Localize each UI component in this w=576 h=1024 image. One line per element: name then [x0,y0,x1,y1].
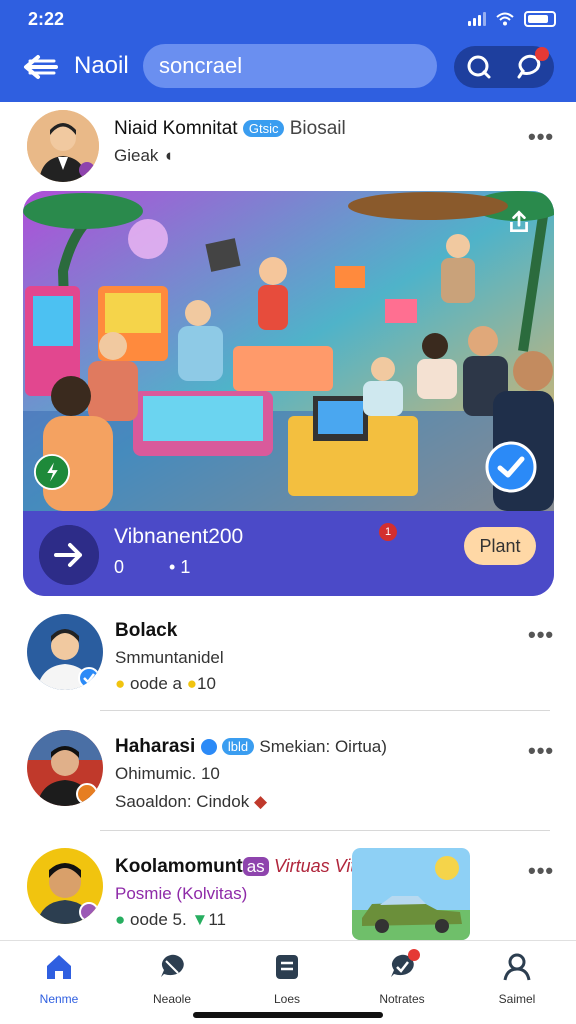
emoji-icon: ▼ [191,910,209,929]
feed-avatar-1[interactable] [27,614,103,690]
author-name-text: Niaid Komnitat [114,118,238,139]
more-options-button[interactable]: ••• [528,622,554,648]
feed-tag-2: lbld [221,738,255,756]
feed-tag-3: as [242,857,269,876]
header: Naoil soncrael [0,44,576,90]
nav-profile[interactable]: Saimel [467,951,567,1006]
notification-badge [408,949,420,961]
nav-messages-label: Neaole [152,992,192,1006]
feed-name-3-text: Koolamomunt [115,856,243,877]
nav-notifications-label: Notrates [379,992,425,1006]
status-time: 2:22 [28,8,65,29]
message-button[interactable] [513,47,549,83]
feed-extra-2: Smekian: Oirtua) [259,737,387,756]
feed-avatar-3[interactable] [27,848,103,924]
divider [100,710,550,711]
person-avatar-icon [27,110,99,182]
wifi-icon [496,12,514,26]
feed-line2-1-text: oode a [130,674,183,693]
more-options-button[interactable]: ••• [528,738,554,764]
featured-game-card[interactable]: Vibnanent200 0 • 1 1 Plant [23,191,554,596]
feed-avatar-2[interactable] [27,730,103,806]
card-footer: Vibnanent200 0 • 1 1 Plant [23,511,554,596]
card-title: Vibnanent200 [114,525,244,548]
nav-notifications[interactable]: Notrates [352,949,452,1006]
post-meta-text: Gieak [114,146,159,165]
search-input[interactable]: soncrael [143,44,437,88]
back-arrow-icon[interactable] [20,52,60,82]
checkmark-icon[interactable] [485,441,537,493]
feed-line1-2: Ohimumic. 10 [115,764,220,783]
feed-name-2-text: Haharasi [115,736,196,757]
game-illustration [23,191,554,511]
author-extra: Biosail [289,118,346,139]
card-stat-left: 0 [114,557,125,577]
more-options-button[interactable]: ••• [528,858,554,884]
notification-badge [535,47,549,61]
home-indicator [193,1012,383,1018]
feed-line1-3: Posmie (Kolvitas) [115,884,248,903]
car-thumbnail-image[interactable] [352,848,470,940]
person-avatar-icon [27,614,103,690]
chat-bubble-icon [161,954,184,977]
author-name[interactable]: Niaid Komnitat Gtsic Biosail [114,118,346,140]
battery-icon [524,11,556,27]
feed-line2-3: ● oode 5. ▼11 [115,910,226,930]
status-bar: 2:22 [28,8,556,30]
feed-count-1: 10 [197,674,216,693]
feed-line2-1: ● oode a ●10 [115,674,216,694]
feed-line2-2: Saoaldon: Cindok ◆ [115,792,267,812]
search-value: soncrael [159,53,243,78]
feed-line1-1: Smmuntanidel [115,648,224,667]
author-avatar[interactable] [27,110,99,182]
divider [100,830,550,831]
emoji-icon: ● [186,674,198,693]
feed-name-1[interactable]: Bolack [115,620,177,642]
list-icon [276,955,298,979]
nav-messages[interactable]: Neaole [122,951,222,1006]
home-icon [47,955,71,979]
nav-home-label: Nenme [39,992,79,1006]
card-badge: 1 [379,523,397,541]
green-badge-icon [33,453,71,491]
arrow-right-icon[interactable] [39,525,99,585]
nav-home[interactable]: Nenme [9,951,109,1006]
post-meta: Gieak ◖ [114,146,173,166]
globe-icon: ◖ [163,146,174,165]
author-tag: Gtsic [242,120,285,138]
feed-name-2[interactable]: Haharasi lbld Smekian: Oirtua) [115,736,387,758]
facebook-icon [200,738,217,755]
feed-line2-2-text: Saoaldon: Cindok [115,792,250,811]
nav-list[interactable]: Loes [237,951,337,1006]
search-icon[interactable] [463,51,495,83]
feed-count-3: 11 [208,910,226,929]
more-options-button[interactable]: ••• [528,124,554,150]
nav-list-label: Loes [273,992,301,1006]
feed-name-3[interactable]: Koolamomunt as Virtuas Vitual [115,856,379,878]
signal-icon [468,12,486,26]
profile-icon [503,953,531,981]
person-avatar-icon [27,730,103,806]
status-icons [468,11,556,27]
header-actions [454,46,554,88]
leaf-icon: ◆ [253,792,268,811]
card-stat-right: • 1 [169,557,191,577]
page-title: Naoil [74,52,129,79]
app-header-bar: 2:22 Naoil soncrael [0,0,576,102]
share-icon[interactable] [506,209,532,235]
play-button[interactable]: Plant [464,527,536,565]
emoji-icon: ● [115,910,126,929]
card-stats: 0 • 1 [114,557,190,578]
feed-line2-3-text: oode 5. [130,910,187,929]
emoji-icon: ● [115,674,126,693]
nav-profile-label: Saimel [498,992,536,1006]
person-avatar-icon [27,848,103,924]
